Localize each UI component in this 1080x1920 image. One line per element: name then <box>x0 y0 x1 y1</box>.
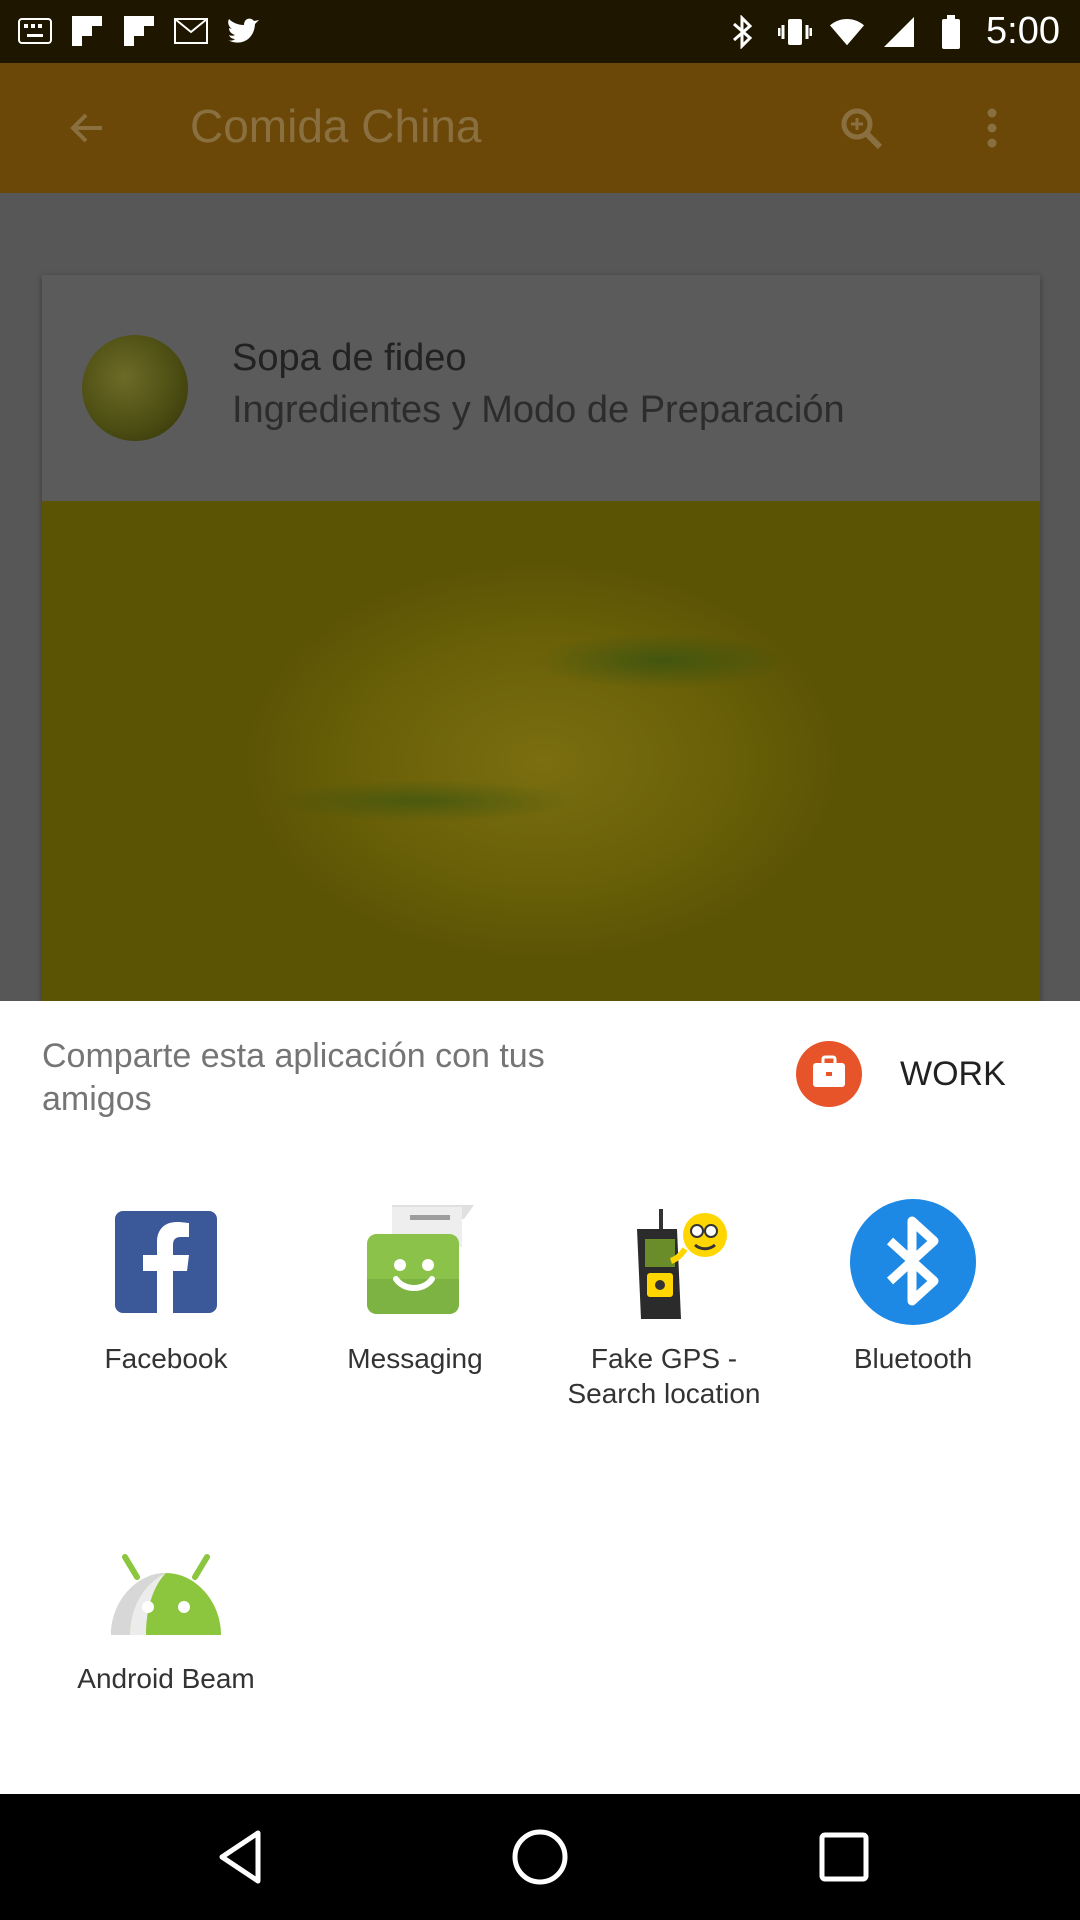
app-bar: Comida China <box>0 63 1080 193</box>
recipe-subtitle: Ingredientes y Modo de Preparación <box>232 389 845 431</box>
app-title: Comida China <box>190 100 482 152</box>
recents-nav-icon[interactable] <box>814 1827 874 1887</box>
back-arrow-icon[interactable] <box>62 103 112 153</box>
twitter-icon <box>226 14 260 48</box>
share-heading: Comparte esta aplicación con tus amigos <box>42 1037 545 1118</box>
facebook-icon <box>103 1199 229 1325</box>
avatar <box>82 335 188 441</box>
vibrate-icon <box>778 15 813 49</box>
main-content: Sopa de fideo Ingredientes y Modo de Pre… <box>0 193 1080 1005</box>
back-nav-icon[interactable] <box>212 1827 272 1887</box>
recipe-photo <box>42 501 1040 1005</box>
share-target-facebook[interactable]: Facebook <box>46 1199 286 1376</box>
fake-gps-icon <box>601 1199 727 1325</box>
share-sheet: Comparte esta aplicación con tus amigos … <box>0 1001 1080 1794</box>
keyboard-icon <box>18 14 52 48</box>
briefcase-icon <box>796 1041 862 1107</box>
wifi-icon <box>830 15 865 49</box>
battery-icon <box>934 14 968 49</box>
share-target-android-beam[interactable]: Android Beam <box>46 1519 286 1696</box>
flipboard-icon <box>122 14 156 48</box>
status-bar: 5:00 <box>0 0 1080 63</box>
messaging-icon <box>352 1199 478 1325</box>
app-label: Messaging <box>347 1343 483 1374</box>
share-target-bluetooth[interactable]: Bluetooth <box>793 1199 1033 1376</box>
work-profile-toggle[interactable]: WORK <box>796 1041 1006 1107</box>
app-label: Fake GPS - Search location <box>567 1343 761 1409</box>
app-label: Android Beam <box>77 1663 255 1694</box>
share-target-messaging[interactable]: Messaging <box>295 1199 535 1376</box>
navigation-bar <box>0 1794 1080 1920</box>
mail-icon <box>174 14 208 48</box>
work-label: WORK <box>900 1054 1006 1093</box>
more-options-icon[interactable] <box>972 103 1012 153</box>
app-label: Bluetooth <box>853 1343 973 1374</box>
recipe-card[interactable]: Sopa de fideo Ingredientes y Modo de Pre… <box>42 275 1040 1005</box>
clock: 5:00 <box>986 10 1060 52</box>
recipe-title: Sopa de fideo <box>232 337 467 379</box>
bluetooth-icon <box>726 14 760 49</box>
flipboard-icon <box>70 14 104 48</box>
search-icon[interactable] <box>836 103 886 153</box>
signal-icon <box>882 15 916 49</box>
app-label: Facebook <box>104 1343 228 1374</box>
share-target-fake-gps[interactable]: Fake GPS - Search location <box>544 1199 784 1411</box>
bluetooth-icon <box>850 1199 976 1325</box>
android-beam-icon <box>103 1519 229 1645</box>
home-nav-icon[interactable] <box>510 1827 570 1887</box>
